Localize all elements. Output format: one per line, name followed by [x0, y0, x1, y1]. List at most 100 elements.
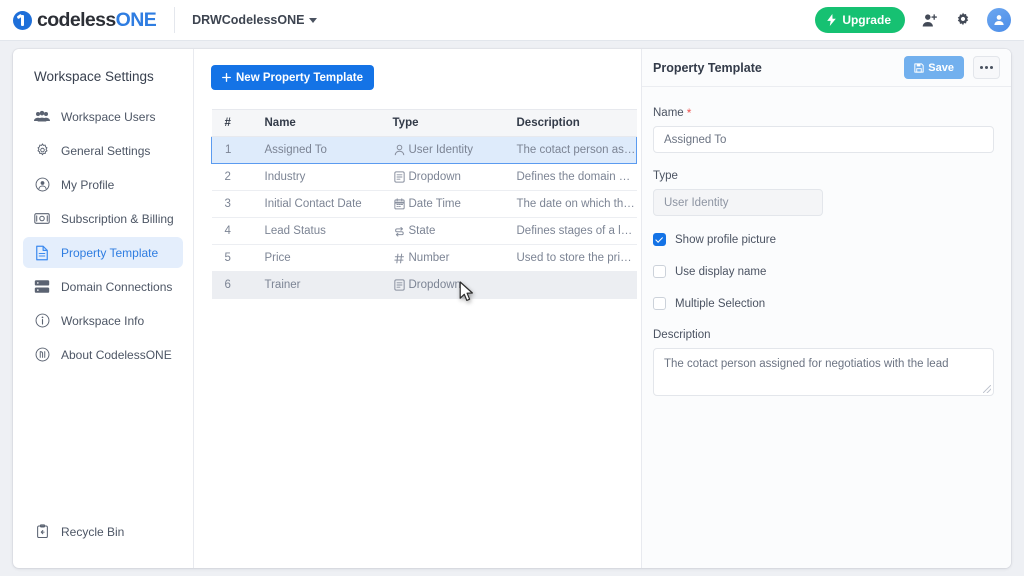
save-button[interactable]: Save [904, 56, 964, 79]
at-badge-icon [34, 347, 50, 363]
cell-name: Price [251, 244, 380, 272]
table-row[interactable]: 6 Trainer Dropdown [211, 271, 637, 299]
type-input[interactable]: User Identity [653, 189, 823, 216]
cell-name: Initial Contact Date [251, 190, 380, 218]
description-field-label: Description [653, 329, 711, 341]
detail-header-actions: Save [904, 56, 1000, 79]
checkbox-show-profile-picture[interactable]: Show profile picture [653, 233, 994, 246]
new-property-template-button[interactable]: New Property Template [211, 65, 374, 90]
cell-type: Dropdown [379, 271, 504, 299]
content-card: Workspace Settings Workspace Users Gener… [13, 49, 1011, 568]
cell-number: 6 [211, 271, 252, 299]
name-field-group: Name * Assigned To [653, 107, 994, 153]
state-flow-icon [393, 225, 406, 238]
sidebar-title: Workspace Settings [34, 69, 154, 84]
checkbox-icon [653, 297, 666, 310]
logo-wordmark: codelessONE [37, 8, 157, 32]
user-avatar-icon[interactable] [987, 8, 1011, 32]
sidebar-item-about-codelessone[interactable]: About CodelessONE [23, 339, 183, 370]
column-header-description[interactable]: Description [503, 109, 637, 137]
new-property-template-label: New Property Template [236, 71, 363, 84]
sidebar-item-label: Workspace Info [61, 313, 145, 328]
cell-type-label: State [408, 225, 436, 237]
user-identity-icon [393, 144, 406, 157]
column-header-name[interactable]: Name [251, 109, 380, 137]
name-input[interactable]: Assigned To [653, 126, 994, 153]
money-bill-icon [34, 211, 50, 227]
property-template-list-pane: New Property Template # Name Type Descri… [194, 49, 641, 568]
table-row[interactable]: 3 Initial Contact Date Date Time The dat… [211, 190, 637, 218]
checkbox-label: Show profile picture [675, 233, 776, 246]
gear-icon[interactable] [953, 10, 973, 30]
description-field-group: Description The cotact person assigned f… [653, 329, 994, 396]
sidebar-item-label: Workspace Users [61, 109, 156, 124]
cell-description: Defines the domain a pe... [503, 163, 637, 191]
calendar-icon [393, 198, 406, 211]
cell-number: 5 [211, 244, 252, 272]
save-button-label: Save [928, 61, 954, 74]
cell-number: 3 [211, 190, 252, 218]
sidebar-item-general-settings[interactable]: General Settings [23, 135, 183, 166]
table-row[interactable]: 4 Lead Status State Defines stages of a … [211, 217, 637, 245]
info-circle-icon [34, 313, 50, 329]
cell-name: Assigned To [251, 136, 380, 164]
table-row[interactable]: 1 Assigned To User Identity The cotact p… [211, 136, 637, 164]
column-header-number[interactable]: # [211, 109, 252, 137]
number-hash-icon [393, 252, 406, 265]
cell-number: 2 [211, 163, 252, 191]
column-header-type[interactable]: Type [379, 109, 504, 137]
workspace-name-label: DRWCodelessONE [192, 13, 305, 27]
ellipsis-horizontal-icon [980, 66, 993, 69]
sidebar-item-domain-connections[interactable]: Domain Connections [23, 271, 183, 302]
checkbox-label: Use display name [675, 265, 767, 278]
sidebar-item-recycle-bin[interactable]: Recycle Bin [23, 516, 183, 547]
sidebar-item-label: General Settings [61, 143, 151, 158]
upgrade-button[interactable]: Upgrade [815, 7, 905, 33]
sidebar-item-subscription-billing[interactable]: Subscription & Billing [23, 203, 183, 234]
sidebar-item-label: About CodelessONE [61, 347, 172, 362]
checkbox-icon [653, 233, 666, 246]
table-row[interactable]: 2 Industry Dropdown Defines the domain a… [211, 163, 637, 191]
property-template-detail-pane: Property Template Save Name * Assigned T… [641, 49, 1011, 568]
cell-name: Industry [251, 163, 380, 191]
required-marker: * [686, 106, 692, 120]
cell-number: 4 [211, 217, 252, 245]
description-textarea[interactable]: The cotact person assigned for negotiati… [653, 348, 994, 396]
cell-type-label: Date Time [408, 198, 461, 210]
cell-number: 1 [211, 136, 252, 164]
sidebar-item-my-profile[interactable]: My Profile [23, 169, 183, 200]
chevron-down-icon [309, 17, 318, 23]
sidebar-item-workspace-info[interactable]: Workspace Info [23, 305, 183, 336]
checkbox-multiple-selection[interactable]: Multiple Selection [653, 297, 994, 310]
main-area: New Property Template # Name Type Descri… [194, 49, 1011, 568]
sidebar-item-property-template[interactable]: Property Template [23, 237, 183, 268]
checkbox-label: Multiple Selection [675, 297, 766, 310]
sidebar-item-label: Recycle Bin [61, 524, 125, 539]
users-group-icon [34, 109, 50, 125]
app-logo[interactable]: codelessONE [0, 0, 174, 40]
logo-text-primary: codeless [37, 8, 116, 31]
cell-type: Number [379, 244, 504, 272]
user-circle-icon [34, 177, 50, 193]
top-bar: codelessONE DRWCodelessONE Upgrade [0, 0, 1024, 41]
plus-icon [222, 73, 231, 82]
sidebar-item-workspace-users[interactable]: Workspace Users [23, 101, 183, 132]
settings-sidebar: Workspace Settings Workspace Users Gener… [13, 49, 194, 568]
lightning-bolt-icon [827, 14, 837, 26]
checkbox-icon [653, 265, 666, 278]
add-user-icon[interactable] [919, 10, 939, 30]
resize-handle-icon[interactable] [983, 385, 991, 393]
cell-type: State [379, 217, 504, 245]
detail-header: Property Template Save [642, 49, 1011, 87]
cell-type: User Identity [379, 136, 504, 164]
checkbox-use-display-name[interactable]: Use display name [653, 265, 994, 278]
workspace-selector[interactable]: DRWCodelessONE [175, 13, 318, 27]
table-row[interactable]: 5 Price Number Used to store the price [211, 244, 637, 272]
table-header-row: # Name Type Description [211, 109, 637, 137]
more-options-button[interactable] [973, 56, 1000, 79]
table-body: 1 Assigned To User Identity The cotact p… [211, 136, 637, 299]
cell-description [503, 271, 637, 299]
property-template-table: # Name Type Description 1 Assigned To Us… [211, 109, 637, 299]
cell-type-label: Number [408, 252, 450, 264]
name-field-label: Name * [653, 106, 692, 120]
